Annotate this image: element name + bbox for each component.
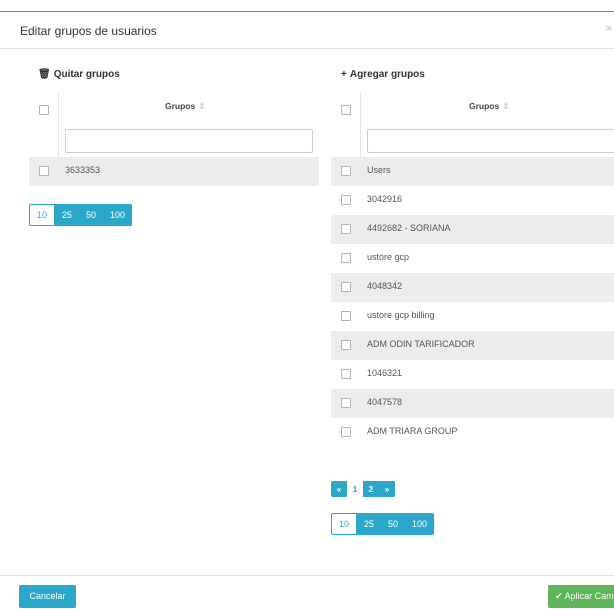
table-row[interactable]: 4047578 <box>331 389 614 418</box>
prev-page-button[interactable]: « <box>331 481 347 497</box>
filter-input[interactable] <box>65 129 313 153</box>
remove-groups-table: Grupos ⇕ 3633353 <box>29 93 319 188</box>
table-row[interactable]: Users <box>331 157 614 186</box>
add-groups-label: Agregar grupos <box>349 69 425 80</box>
table-header-row: Grupos ⇕ <box>331 93 614 157</box>
table-row[interactable]: 1046321 <box>331 360 614 389</box>
modal-title: Editar grupos de usuarios <box>20 24 157 38</box>
row-checkbox[interactable] <box>39 166 49 176</box>
sort-icon: ⇕ <box>198 101 206 111</box>
row-checkbox[interactable] <box>341 195 351 205</box>
add-groups-table: Grupos ⇕ Users 3042916 4492682 - SORIANA ust… <box>331 93 614 453</box>
page-size-option[interactable]: 100 <box>103 204 133 226</box>
plus-icon: + <box>341 69 347 80</box>
group-name: ustore gcp billing <box>367 310 435 320</box>
sort-icon: ⇕ <box>502 101 510 111</box>
remove-groups-label: Quitar grupos <box>53 69 120 80</box>
page-size-option[interactable]: 50 <box>79 204 104 226</box>
page-size-option[interactable]: 10 <box>331 513 358 535</box>
group-name: 3633353 <box>65 165 101 175</box>
column-header-grupos[interactable]: Grupos ⇕ <box>165 101 205 112</box>
table-row[interactable]: 4048342 <box>331 273 614 302</box>
page-number-button[interactable]: 1 <box>347 481 363 497</box>
column-header-grupos[interactable]: Grupos ⇕ <box>469 101 509 112</box>
next-page-button[interactable]: » <box>379 481 395 497</box>
apply-label: Aplicar Cambios <box>564 591 614 601</box>
table-row[interactable]: ustore gcp billing <box>331 302 614 331</box>
group-name: 4047578 <box>367 397 403 407</box>
page-size-selector: 10 25 50 100 <box>29 204 133 226</box>
row-checkbox[interactable] <box>341 427 351 437</box>
remove-groups-title: 🗑 Quitar grupos <box>38 69 120 80</box>
page-size-option[interactable]: 10 <box>29 204 56 226</box>
footer-divider <box>0 575 614 576</box>
group-name: ADM ODIN TARIFICADOR <box>367 339 475 349</box>
group-name: 3042916 <box>367 194 403 204</box>
column-header-label: Grupos <box>165 101 196 111</box>
check-icon: ✔ <box>555 591 563 601</box>
page-size-option[interactable]: 25 <box>55 204 80 226</box>
page-size-option[interactable]: 50 <box>381 513 406 535</box>
row-checkbox[interactable] <box>341 311 351 321</box>
column-header-label: Grupos <box>469 101 500 111</box>
group-name: 4048342 <box>367 281 403 291</box>
trash-icon: 🗑 <box>38 69 51 80</box>
row-checkbox[interactable] <box>341 282 351 292</box>
cancel-button[interactable]: Cancelar <box>19 585 76 608</box>
page-size-selector: 10 25 50 100 <box>331 513 435 535</box>
close-icon[interactable]: × <box>606 23 612 35</box>
row-checkbox[interactable] <box>341 398 351 408</box>
group-name: ADM TRIARA GROUP <box>367 426 458 436</box>
page-size-option[interactable]: 25 <box>357 513 382 535</box>
top-accent-bar <box>0 0 614 12</box>
row-checkbox[interactable] <box>341 253 351 263</box>
row-checkbox[interactable] <box>341 166 351 176</box>
column-divider <box>360 93 361 157</box>
group-name: 1046321 <box>367 368 403 378</box>
modal-header: Editar grupos de usuarios × <box>0 13 614 49</box>
group-name: ustore gcp <box>367 252 410 262</box>
table-row[interactable]: ADM ODIN TARIFICADOR <box>331 331 614 360</box>
column-divider <box>58 93 59 157</box>
table-header-row: Grupos ⇕ <box>29 93 319 157</box>
table-row[interactable]: 3633353 <box>29 157 319 186</box>
apply-button[interactable]: ✔ Aplicar Cambios <box>548 585 614 608</box>
row-checkbox[interactable] <box>341 224 351 234</box>
table-row[interactable]: ustore gcp <box>331 244 614 273</box>
group-name: Users <box>367 165 391 175</box>
table-row[interactable]: 3042916 <box>331 186 614 215</box>
row-checkbox[interactable] <box>341 340 351 350</box>
table-row[interactable]: ADM TRIARA GROUP <box>331 418 614 447</box>
select-all-checkbox[interactable] <box>341 105 351 115</box>
page-number-button[interactable]: 2 <box>363 481 379 497</box>
table-row[interactable]: 4492682 - SORIANA <box>331 215 614 244</box>
add-groups-title: + Agregar grupos <box>341 69 425 80</box>
select-all-checkbox[interactable] <box>39 105 49 115</box>
filter-input[interactable] <box>367 129 614 153</box>
pagination: «1 2» <box>331 481 395 497</box>
row-checkbox[interactable] <box>341 369 351 379</box>
page-size-option[interactable]: 100 <box>405 513 435 535</box>
group-name: 4492682 - SORIANA <box>367 223 451 233</box>
